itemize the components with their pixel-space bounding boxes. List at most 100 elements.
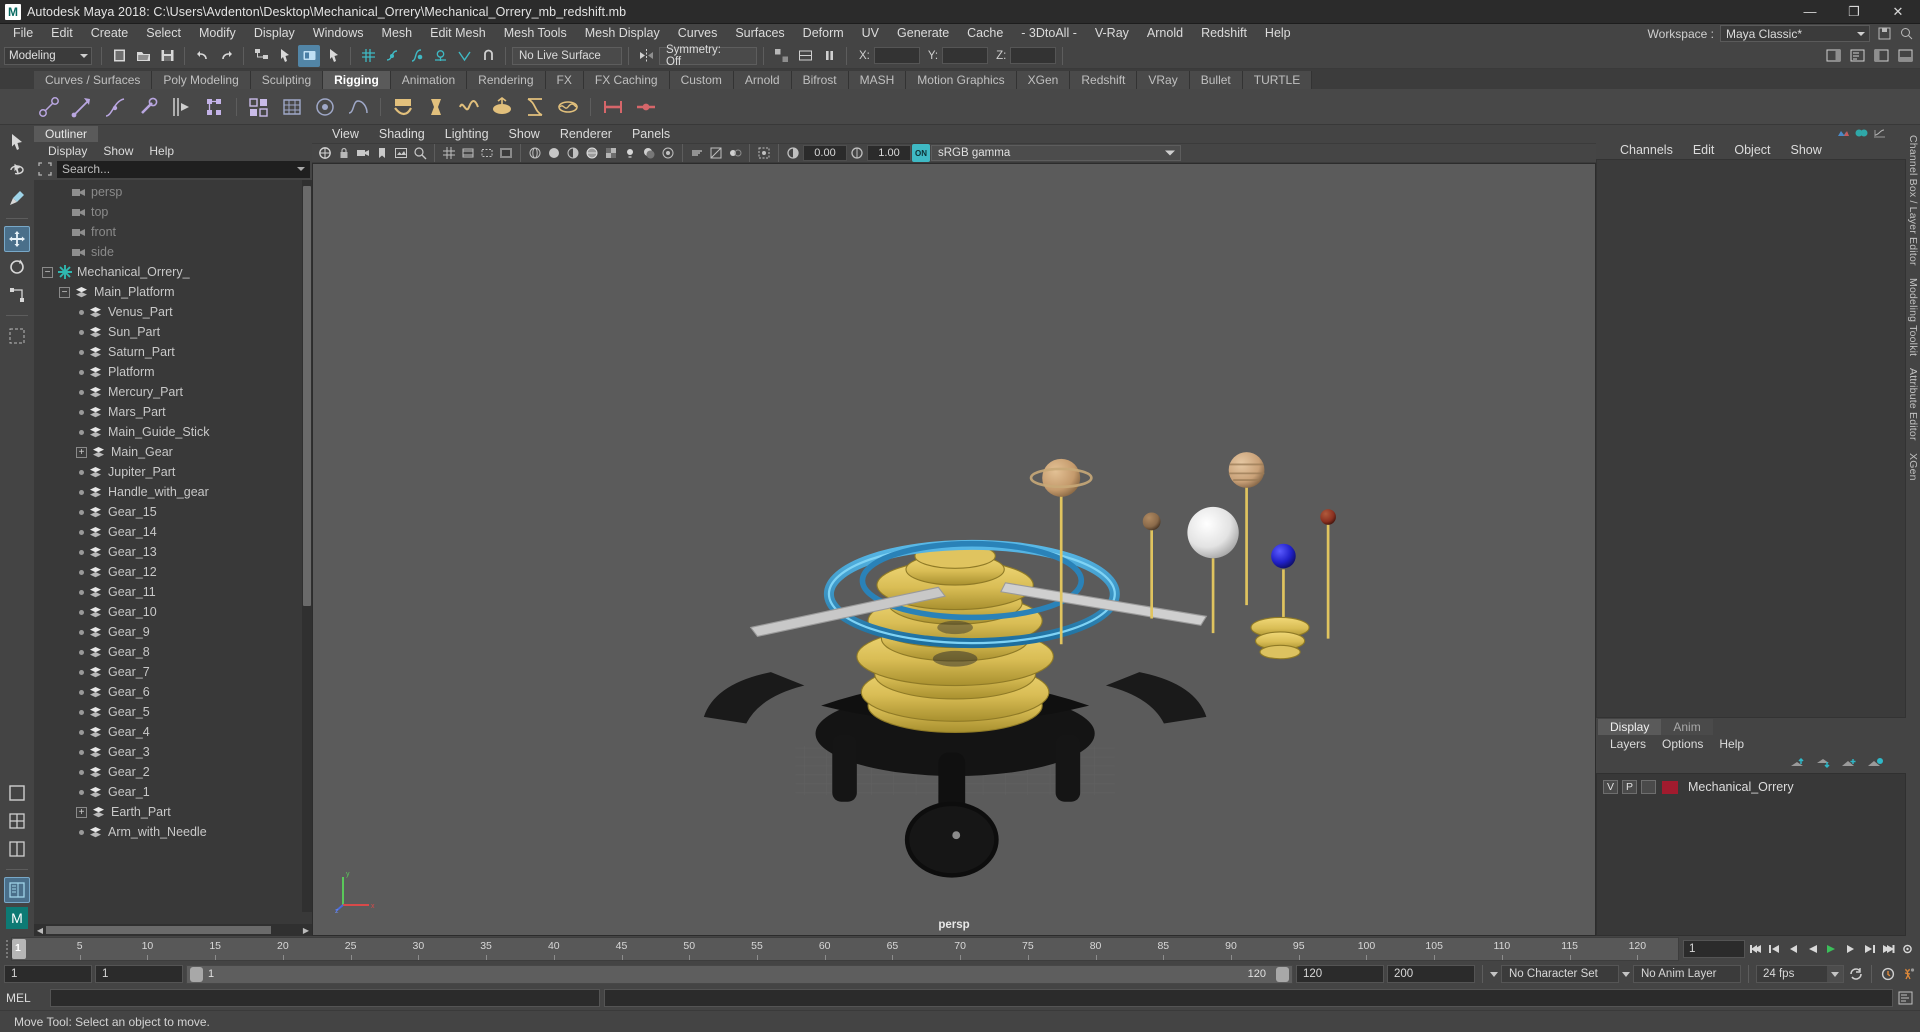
shelf-tab-vray[interactable]: VRay xyxy=(1137,71,1190,89)
channel-box-menu-show[interactable]: Show xyxy=(1781,143,1832,157)
save-scene-button[interactable] xyxy=(156,45,178,67)
animation-preferences-button[interactable] xyxy=(1899,940,1916,958)
range-start-handle[interactable] xyxy=(190,966,203,982)
workspace-save-icon[interactable] xyxy=(1876,26,1892,42)
outliner-item-gear-14[interactable]: Gear_14 xyxy=(34,522,312,542)
multisample-aa-icon[interactable] xyxy=(707,144,725,162)
toggle-attribute-editor-icon[interactable] xyxy=(1846,45,1868,67)
menu-item-create[interactable]: Create xyxy=(82,24,138,43)
step-back-frame-button[interactable] xyxy=(1785,940,1802,958)
menu-item-3dtoall[interactable]: - 3DtoAll - xyxy=(1012,24,1086,43)
skin-bind-icon[interactable] xyxy=(166,92,196,122)
gamma-field[interactable]: 1.00 xyxy=(867,145,911,162)
animation-preferences-icon[interactable] xyxy=(1899,965,1916,983)
shelf-tab-sculpting[interactable]: Sculpting xyxy=(250,71,324,89)
range-end-handle[interactable] xyxy=(1276,966,1289,982)
menu-item-arnold[interactable]: Arnold xyxy=(1138,24,1192,43)
character-set-dropdown-icon[interactable] xyxy=(1490,971,1498,977)
outliner-item-top[interactable]: top xyxy=(34,202,312,222)
snap-view-plane-icon[interactable] xyxy=(453,45,475,67)
menu-item-mesh[interactable]: Mesh xyxy=(373,24,422,43)
show-manipulator-icon[interactable] xyxy=(770,45,792,67)
scrollbar-thumb[interactable] xyxy=(46,926,271,934)
outliner-menu-help[interactable]: Help xyxy=(141,144,182,158)
symmetry-toggle-icon[interactable] xyxy=(635,45,657,67)
axis-x-field[interactable] xyxy=(873,47,920,64)
outliner-search-input[interactable]: Search... xyxy=(57,160,310,178)
channel-box-menu-channels[interactable]: Channels xyxy=(1610,143,1683,157)
nonlinear-squash-icon[interactable] xyxy=(487,92,517,122)
outliner-tab[interactable]: Outliner xyxy=(34,126,99,142)
skip-to-end-button[interactable] xyxy=(1880,940,1897,958)
two-split-layout-icon[interactable] xyxy=(4,836,30,862)
outliner-item-gear-11[interactable]: Gear_11 xyxy=(34,582,312,602)
move-layer-up-icon[interactable] xyxy=(1789,757,1806,770)
nonlinear-flare-icon[interactable] xyxy=(421,92,451,122)
outliner-item-gear-4[interactable]: Gear_4 xyxy=(34,722,312,742)
anim-layer-dropdown-icon[interactable] xyxy=(1622,971,1630,977)
snap-point-icon[interactable] xyxy=(405,45,427,67)
outliner-layout-icon[interactable] xyxy=(4,877,30,903)
workspace-select[interactable]: Maya Classic* xyxy=(1720,25,1870,42)
smooth-shade-selected-icon[interactable] xyxy=(564,144,582,162)
move-layer-down-icon[interactable] xyxy=(1815,757,1832,770)
auto-keyframe-toggle-icon[interactable] xyxy=(1879,965,1896,983)
select-by-component-button[interactable] xyxy=(298,44,320,67)
shelf-tab-fx-caching[interactable]: FX Caching xyxy=(583,71,670,89)
toggle-channel-box-icon[interactable] xyxy=(1870,45,1892,67)
camera-attributes-icon[interactable] xyxy=(354,144,372,162)
menu-item-mesh-display[interactable]: Mesh Display xyxy=(576,24,669,43)
outliner-item-gear-12[interactable]: Gear_12 xyxy=(34,562,312,582)
viewport-menu-view[interactable]: View xyxy=(322,127,369,141)
shelf-tab-bifrost[interactable]: Bifrost xyxy=(791,71,849,89)
collapse-icon[interactable]: − xyxy=(42,266,53,278)
character-set-field[interactable]: No Character Set xyxy=(1501,965,1619,983)
shelf-tab-rendering[interactable]: Rendering xyxy=(467,71,546,89)
loop-playback-icon[interactable] xyxy=(1847,965,1864,983)
toggle-modeling-toolkit-icon[interactable] xyxy=(1822,45,1844,67)
channel-box-content[interactable] xyxy=(1596,159,1906,718)
script-editor-icon[interactable] xyxy=(1897,989,1914,1007)
shelf-tab-rigging[interactable]: Rigging xyxy=(323,71,391,89)
layer-menu-layers[interactable]: Layers xyxy=(1602,737,1654,751)
outliner-menu-display[interactable]: Display xyxy=(40,144,95,158)
outliner-item-front[interactable]: front xyxy=(34,222,312,242)
outliner-item-mercury-part[interactable]: Mercury_Part xyxy=(34,382,312,402)
play-forwards-button[interactable] xyxy=(1823,940,1840,958)
axis-y-field[interactable] xyxy=(942,47,989,64)
shelf-tab-bullet[interactable]: Bullet xyxy=(1189,71,1243,89)
scale-tool-icon[interactable] xyxy=(4,282,30,308)
symmetry-field[interactable]: Symmetry: Off xyxy=(659,44,757,68)
outliner-item-gear-7[interactable]: Gear_7 xyxy=(34,662,312,682)
outliner-tree[interactable]: persp top front side − Mechanical_Orrery_ − Mai… xyxy=(34,180,312,924)
outliner-item-main-platform[interactable]: − Main_Platform xyxy=(34,282,312,302)
command-line-input[interactable] xyxy=(50,989,600,1007)
soft-modification-icon[interactable] xyxy=(343,92,373,122)
two-d-pan-zoom-icon[interactable] xyxy=(411,144,429,162)
select-camera-icon[interactable] xyxy=(316,144,334,162)
outliner-item-gear-1[interactable]: Gear_1 xyxy=(34,782,312,802)
outliner-item-gear-10[interactable]: Gear_10 xyxy=(34,602,312,622)
color-management-toggle[interactable]: ON xyxy=(912,144,930,163)
viewport-menu-lighting[interactable]: Lighting xyxy=(435,127,499,141)
undo-button[interactable] xyxy=(191,45,213,67)
outliner-item-persp[interactable]: persp xyxy=(34,182,312,202)
chevron-down-icon[interactable] xyxy=(297,167,305,171)
selection-filter-icon[interactable] xyxy=(36,161,54,178)
shadows-icon[interactable] xyxy=(640,144,658,162)
menu-item-generate[interactable]: Generate xyxy=(888,24,958,43)
current-frame-field[interactable]: 1 xyxy=(1683,940,1745,958)
wireframe-on-shaded-icon[interactable] xyxy=(583,144,601,162)
channel-box-sphere-icon[interactable] xyxy=(1855,127,1868,139)
outliner-item-gear-15[interactable]: Gear_15 xyxy=(34,502,312,522)
xray-icon[interactable] xyxy=(794,45,816,67)
parent-constraint-icon[interactable] xyxy=(598,92,628,122)
range-slider-bar[interactable]: 1 120 xyxy=(186,964,1293,984)
viewport-menu-show[interactable]: Show xyxy=(499,127,550,141)
menu-item-mesh-tools[interactable]: Mesh Tools xyxy=(495,24,576,43)
cluster-deformer-icon[interactable] xyxy=(310,92,340,122)
menu-item-windows[interactable]: Windows xyxy=(304,24,373,43)
wireframe-shading-icon[interactable] xyxy=(526,144,544,162)
anim-layer-field[interactable]: No Anim Layer xyxy=(1633,965,1741,983)
outliner-item-venus-part[interactable]: Venus_Part xyxy=(34,302,312,322)
